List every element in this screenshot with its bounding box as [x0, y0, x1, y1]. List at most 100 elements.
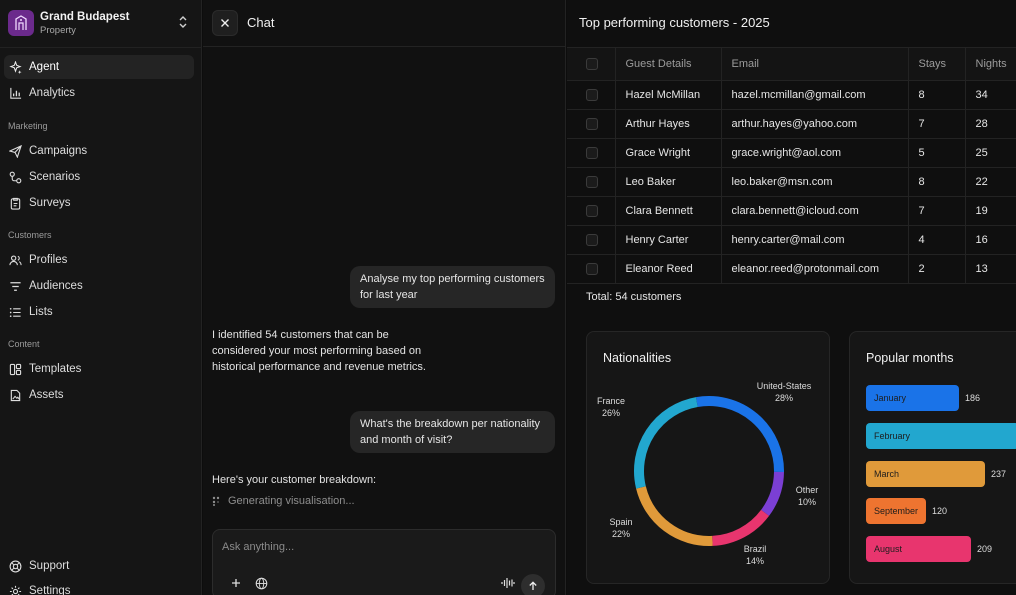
bar-label: February	[874, 431, 911, 441]
bar-label: March	[874, 469, 900, 479]
select-cell	[567, 196, 615, 226]
send-button[interactable]	[521, 574, 545, 595]
stays-cell: 4	[907, 225, 965, 255]
guest-name-cell: Hazel McMillan	[614, 80, 721, 110]
arrow-up-icon	[529, 581, 537, 590]
nav-label: Assets	[29, 389, 64, 401]
donut-slice-brazil	[711, 509, 770, 546]
nav-item-templates[interactable]: Templates	[4, 357, 194, 381]
select-cell	[567, 109, 615, 139]
nights-cell: 13	[964, 254, 1016, 284]
nav-label: Audiences	[29, 280, 83, 292]
select-cell	[567, 167, 615, 197]
report-title: Top performing customers - 2025	[579, 15, 770, 30]
nights-cell: 25	[964, 138, 1016, 168]
nav-item-agent[interactable]: Agent	[4, 55, 194, 79]
email-cell: henry.carter@mail.com	[720, 225, 908, 255]
nav-item-support[interactable]: Support	[4, 554, 194, 578]
section-label-customers: Customers	[8, 230, 52, 240]
close-chat-button[interactable]	[212, 10, 238, 36]
divider	[0, 47, 202, 48]
column-header[interactable]: Email	[720, 48, 908, 81]
email-cell: grace.wright@aol.com	[720, 138, 908, 168]
nights-cell: 34	[964, 80, 1016, 110]
select-cell	[567, 225, 615, 255]
nav-label: Templates	[29, 363, 82, 375]
slice-label-france: France 26%	[596, 396, 625, 418]
nav-item-scenarios[interactable]: Scenarios	[4, 165, 194, 189]
donut-slice-spain	[636, 486, 713, 546]
web-search-button[interactable]	[253, 575, 269, 591]
section-label-content: Content	[8, 339, 40, 349]
nav-item-assets[interactable]: Assets	[4, 383, 194, 407]
row-checkbox[interactable]	[586, 117, 598, 130]
popular-months-card: Popular months January 186 February Marc…	[849, 331, 1016, 584]
bar-value: 186	[965, 393, 981, 403]
workspace-subtitle: Property	[40, 24, 76, 36]
nav-item-analytics[interactable]: Analytics	[4, 81, 194, 105]
email-cell: leo.baker@msn.com	[720, 167, 908, 197]
table-row[interactable]: Leo Baker leo.baker@msn.com 8 22	[567, 167, 1016, 197]
guest-name-cell: Arthur Hayes	[614, 109, 721, 139]
stays-cell: 8	[907, 167, 965, 197]
table-row[interactable]: Clara Bennett clara.bennett@icloud.com 7…	[567, 196, 1016, 226]
row-checkbox[interactable]	[586, 262, 598, 275]
slice-label-spain: Spain 22%	[609, 517, 633, 539]
chevron-up-down-icon[interactable]	[178, 15, 188, 32]
user-message: What's the breakdown per nationality and…	[350, 411, 555, 453]
select-cell	[567, 254, 615, 284]
nav-label: Support	[29, 560, 70, 572]
nationalities-donut-chart	[634, 396, 784, 546]
table-header-row: Guest Details Email Stays Nights	[567, 48, 1016, 81]
audio-wave-icon	[501, 578, 515, 588]
nav-label: Campaigns	[29, 145, 88, 157]
column-header[interactable]: Stays	[907, 48, 965, 81]
row-checkbox[interactable]	[586, 204, 598, 217]
voice-input-button[interactable]	[500, 575, 516, 591]
table-row[interactable]: Arthur Hayes arthur.hayes@yahoo.com 7 28	[567, 109, 1016, 139]
row-checkbox[interactable]	[586, 146, 598, 159]
stays-cell: 7	[907, 109, 965, 139]
column-header[interactable]: Nights	[964, 48, 1016, 81]
select-all-checkbox[interactable]	[586, 57, 598, 70]
row-checkbox[interactable]	[586, 233, 598, 246]
nav-item-campaigns[interactable]: Campaigns	[4, 139, 194, 163]
row-checkbox[interactable]	[586, 175, 598, 188]
table-row[interactable]: Eleanor Reed eleanor.reed@protonmail.com…	[567, 254, 1016, 284]
nav-item-audiences[interactable]: Audiences	[4, 274, 194, 298]
bar-chart-icon	[10, 87, 22, 99]
donut-slice-france	[634, 397, 698, 489]
table-row[interactable]: Henry Carter henry.carter@mail.com 4 16	[567, 225, 1016, 255]
guest-name-cell: Clara Bennett	[614, 196, 721, 226]
bar-label: January	[874, 393, 907, 403]
table-row[interactable]: Grace Wright grace.wright@aol.com 5 25	[567, 138, 1016, 168]
generating-status: Generating visualisation...	[212, 495, 355, 507]
workspace-switcher[interactable]: Grand Budapest Property	[8, 8, 194, 38]
nav-label: Analytics	[29, 87, 76, 99]
row-checkbox[interactable]	[586, 88, 598, 101]
generating-text: Generating visualisation...	[228, 495, 355, 507]
month-bar-february: February	[866, 423, 1016, 449]
slice-label-brazil: Brazil 14%	[743, 544, 767, 566]
plus-icon	[232, 579, 240, 587]
bar-label: August	[874, 544, 903, 554]
slice-label-other: Other 10%	[795, 485, 819, 507]
user-message: Analyse my top performing customers for …	[350, 266, 555, 308]
chat-input[interactable]	[222, 541, 522, 553]
email-cell: clara.bennett@icloud.com	[720, 196, 908, 226]
email-cell: eleanor.reed@protonmail.com	[720, 254, 908, 284]
nav-item-lists[interactable]: Lists	[4, 300, 194, 324]
nav-item-profiles[interactable]: Profiles	[4, 248, 194, 272]
nights-cell: 28	[964, 109, 1016, 139]
filter-icon	[10, 281, 21, 291]
column-header[interactable]: Guest Details	[614, 48, 721, 81]
layout-icon	[9, 363, 22, 375]
table-row[interactable]: Hazel McMillan hazel.mcmillan@gmail.com …	[567, 80, 1016, 110]
sidebar: Grand Budapest Property Agent Analytics …	[0, 0, 202, 595]
nav-item-surveys[interactable]: Surveys	[4, 191, 194, 215]
add-attachment-button[interactable]	[229, 576, 243, 590]
nationalities-card: Nationalities United-States 28% Other 10% …	[586, 331, 830, 584]
month-bar-august: August	[866, 536, 971, 562]
nav-item-settings[interactable]: Settings	[4, 579, 194, 595]
hotel-logo-icon	[8, 10, 34, 36]
